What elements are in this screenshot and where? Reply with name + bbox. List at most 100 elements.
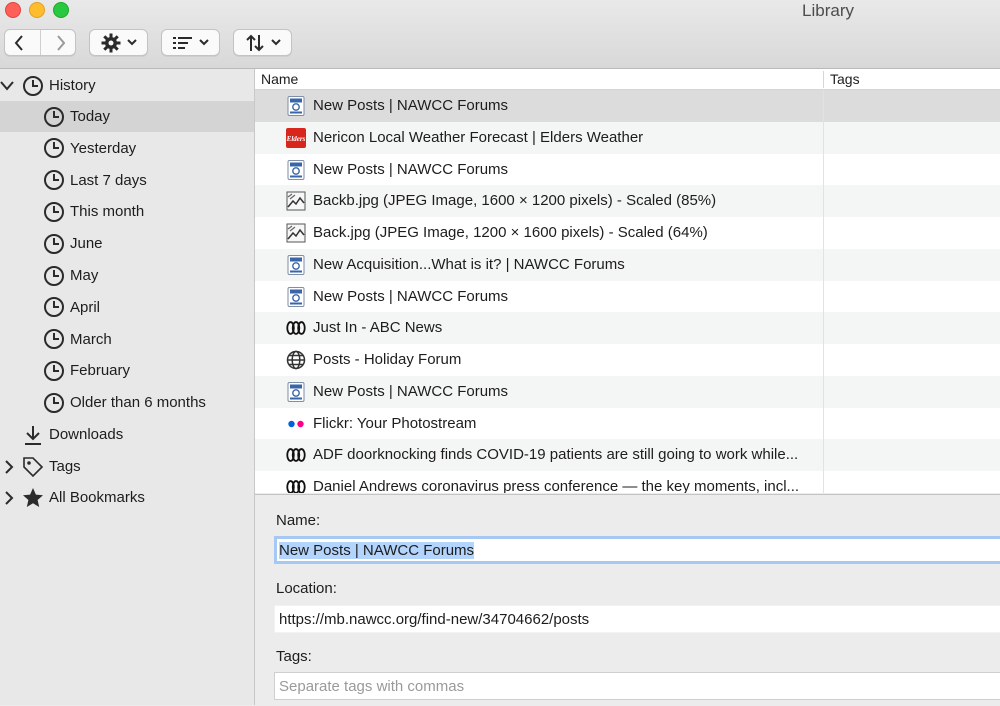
row-title: ADF doorknocking finds COVID-19 patients… bbox=[313, 446, 799, 464]
row-title: New Posts | NAWCC Forums bbox=[313, 97, 509, 114]
sidebar-item-all-bookmarks[interactable]: All Bookmarks bbox=[0, 482, 254, 513]
name-field[interactable]: New Posts | NAWCC Forums bbox=[274, 536, 1000, 564]
row-title: Flickr: Your Photostream bbox=[313, 414, 477, 432]
list-icon bbox=[172, 36, 193, 50]
list-row[interactable]: Posts - Holiday Forum bbox=[255, 344, 1000, 376]
location-label: Location: bbox=[276, 580, 337, 597]
clock-icon bbox=[43, 392, 65, 414]
sidebar-item-downloads[interactable]: Downloads bbox=[0, 419, 254, 450]
clock-icon bbox=[43, 328, 65, 350]
sidebar-item-history[interactable]: History bbox=[0, 70, 254, 101]
list-row[interactable]: Flickr: Your Photostream bbox=[255, 407, 1000, 440]
disclosure-collapsed-icon[interactable] bbox=[2, 459, 16, 474]
sidebar-item-label: March bbox=[70, 330, 112, 348]
sidebar-item-label: History bbox=[49, 77, 96, 94]
sidebar-item-label: Last 7 days bbox=[70, 171, 147, 189]
list-row[interactable]: New Posts | NAWCC Forums bbox=[255, 375, 1000, 408]
column-header-name[interactable]: Name bbox=[261, 71, 298, 87]
row-title: Nericon Local Weather Forecast | Elders … bbox=[313, 128, 644, 146]
row-title: Back.jpg (JPEG Image, 1200 × 1600 pixels… bbox=[313, 224, 708, 241]
views-menu-button[interactable] bbox=[161, 29, 220, 56]
chevron-right-icon bbox=[56, 34, 66, 51]
image-icon bbox=[286, 191, 306, 211]
sidebar-item-label: Downloads bbox=[49, 426, 124, 443]
row-title: Daniel Andrews coronavirus press confere… bbox=[313, 478, 800, 493]
tags-label: Tags: bbox=[276, 648, 312, 665]
sidebar-item-history-period[interactable]: This month bbox=[0, 196, 254, 227]
name-field-value: New Posts | NAWCC Forums bbox=[279, 542, 475, 559]
sidebar-item-label: Tags bbox=[49, 458, 81, 475]
sidebar-item-label: Older than 6 months bbox=[70, 394, 206, 412]
disclosure-collapsed-icon[interactable] bbox=[2, 490, 16, 505]
location-field[interactable]: https://mb.nawcc.org/find-new/34704662/p… bbox=[274, 605, 1000, 633]
list-row[interactable]: New Posts | NAWCC Forums bbox=[255, 90, 1000, 122]
clock-icon bbox=[43, 265, 65, 287]
list-row[interactable]: Backb.jpg (JPEG Image, 1600 × 1200 pixel… bbox=[255, 185, 1000, 217]
row-title: Just In - ABC News bbox=[313, 319, 443, 337]
nawcc-icon bbox=[286, 286, 306, 307]
row-title: Posts - Holiday Forum bbox=[313, 351, 462, 368]
clock-icon bbox=[43, 360, 65, 382]
row-title: Backb.jpg (JPEG Image, 1600 × 1200 pixel… bbox=[313, 192, 717, 210]
sidebar-item-history-period[interactable]: February bbox=[0, 355, 254, 386]
chevron-down-icon bbox=[126, 39, 137, 46]
column-header-tags[interactable]: Tags bbox=[830, 71, 860, 87]
sidebar-item-history-period[interactable]: March bbox=[0, 324, 254, 355]
list-row[interactable]: New Posts | NAWCC Forums bbox=[255, 280, 1000, 313]
list-row[interactable]: Just In - ABC News bbox=[255, 312, 1000, 344]
abc-icon bbox=[286, 318, 306, 338]
chevron-down-icon bbox=[270, 39, 281, 46]
abc-icon bbox=[286, 445, 306, 465]
tags-field-placeholder: Separate tags with commas bbox=[279, 678, 465, 695]
clock-icon bbox=[22, 75, 44, 97]
list-row[interactable]: Back.jpg (JPEG Image, 1200 × 1600 pixels… bbox=[255, 217, 1000, 249]
sidebar: History Today Yesterday Last 7 days This mo… bbox=[0, 69, 255, 705]
abc-icon bbox=[286, 477, 306, 493]
list-row[interactable]: ADF doorknocking finds COVID-19 patients… bbox=[255, 439, 1000, 471]
list-header: Name Tags bbox=[255, 69, 1000, 90]
svg-text:Elders: Elders bbox=[286, 135, 306, 143]
clock-icon bbox=[43, 296, 65, 318]
sidebar-item-history-period[interactable]: Yesterday bbox=[0, 133, 254, 164]
nawcc-icon bbox=[286, 381, 306, 402]
row-title: New Posts | NAWCC Forums bbox=[313, 160, 509, 178]
sidebar-item-history-period[interactable]: Last 7 days bbox=[0, 165, 254, 196]
chevron-left-icon bbox=[14, 34, 24, 51]
clock-icon bbox=[43, 169, 65, 191]
sidebar-item-label: April bbox=[70, 298, 101, 316]
chevron-down-icon bbox=[198, 39, 209, 46]
sidebar-item-tags[interactable]: Tags bbox=[0, 451, 254, 482]
clock-icon bbox=[43, 137, 65, 159]
sidebar-item-history-period[interactable]: Older than 6 months bbox=[0, 387, 254, 418]
organize-menu-button[interactable] bbox=[89, 29, 148, 56]
elders-icon: Elders bbox=[286, 127, 306, 148]
row-title: New Posts | NAWCC Forums bbox=[313, 287, 509, 305]
detail-pane: Name: New Posts | NAWCC Forums Location:… bbox=[255, 494, 1000, 706]
list-row[interactable]: New Posts | NAWCC Forums bbox=[255, 153, 1000, 186]
tags-field[interactable]: Separate tags with commas bbox=[274, 672, 1000, 700]
list-row[interactable]: Elders Nericon Local Weather Forecast | E… bbox=[255, 121, 1000, 154]
sidebar-item-label: June bbox=[70, 235, 103, 253]
import-export-menu-button[interactable] bbox=[233, 29, 292, 56]
sidebar-item-label: May bbox=[70, 267, 99, 284]
sidebar-item-label: This month bbox=[70, 203, 145, 221]
list-row[interactable]: New Acquisition...What is it? | NAWCC Fo… bbox=[255, 248, 1000, 281]
history-list: Name Tags New Posts | NAWCC Forums Elders… bbox=[255, 69, 1000, 493]
title-bar: Library bbox=[0, 0, 1000, 69]
disclosure-expanded-icon[interactable] bbox=[0, 79, 14, 93]
location-field-value: https://mb.nawcc.org/find-new/34704662/p… bbox=[279, 611, 590, 628]
sidebar-item-history-period[interactable]: May bbox=[0, 260, 254, 291]
sidebar-item-history-period[interactable]: April bbox=[0, 292, 254, 323]
navigation-buttons bbox=[4, 29, 76, 56]
window-title: Library bbox=[802, 1, 854, 20]
flickr-icon bbox=[286, 414, 306, 434]
sidebar-item-history-period[interactable]: Today bbox=[0, 101, 254, 132]
up-down-arrows-icon bbox=[245, 33, 265, 53]
gear-icon bbox=[101, 33, 121, 53]
back-button[interactable] bbox=[5, 30, 34, 55]
sidebar-item-history-period[interactable]: June bbox=[0, 228, 254, 259]
forward-button[interactable] bbox=[46, 30, 75, 55]
sidebar-item-label: Yesterday bbox=[70, 139, 137, 157]
list-row[interactable]: Daniel Andrews coronavirus press confere… bbox=[255, 471, 1000, 493]
clock-icon bbox=[43, 233, 65, 255]
